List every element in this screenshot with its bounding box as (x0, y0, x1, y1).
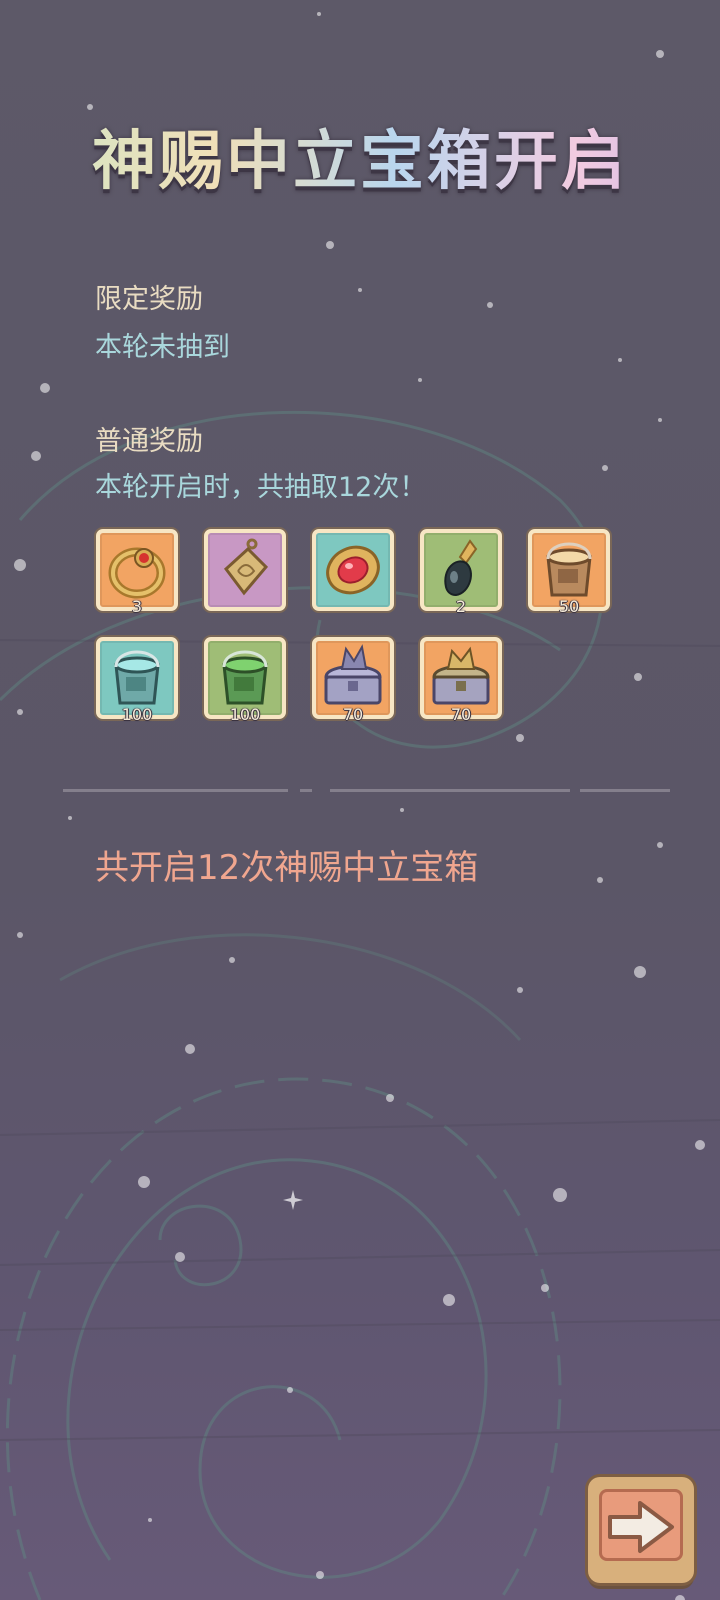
reward-quantity: 2 (455, 597, 467, 616)
reward-item[interactable]: 50 (528, 529, 610, 616)
limited-reward-status: 本轮未抽到 (95, 332, 230, 363)
next-button[interactable] (588, 1477, 694, 1583)
reward-item[interactable]: 3 (96, 529, 178, 616)
normal-reward-status: 本轮开启时，共抽取12次！ (95, 472, 427, 503)
starry-background (0, 12, 720, 1600)
normal-reward-heading: 普通奖励 (95, 426, 203, 457)
reward-item[interactable] (312, 529, 394, 611)
reward-item[interactable]: 100 (96, 637, 178, 724)
reward-quantity: 50 (558, 597, 580, 616)
summary-text: 共开启12次神赐中立宝箱 (95, 848, 479, 888)
reward-item[interactable]: 70 (420, 637, 502, 724)
reward-quantity: 70 (342, 705, 364, 724)
limited-reward-heading: 限定奖励 (95, 284, 203, 315)
amulet-pendant-icon (223, 538, 269, 596)
reward-item[interactable]: 70 (312, 637, 394, 724)
reward-quantity: 100 (121, 705, 153, 724)
reward-item[interactable] (204, 529, 286, 611)
ruby-brooch-icon (326, 545, 380, 595)
reward-item[interactable]: 2 (420, 529, 502, 616)
reward-grid: 3 2 50 100 100 70 70 (96, 529, 636, 729)
arrow-right-icon (608, 1501, 674, 1553)
reward-item[interactable]: 100 (204, 637, 286, 724)
page-title: 神赐中立宝箱开启 (0, 122, 720, 202)
reward-quantity: 3 (131, 597, 143, 616)
reward-quantity: 100 (229, 705, 261, 724)
reward-quantity: 70 (450, 705, 472, 724)
